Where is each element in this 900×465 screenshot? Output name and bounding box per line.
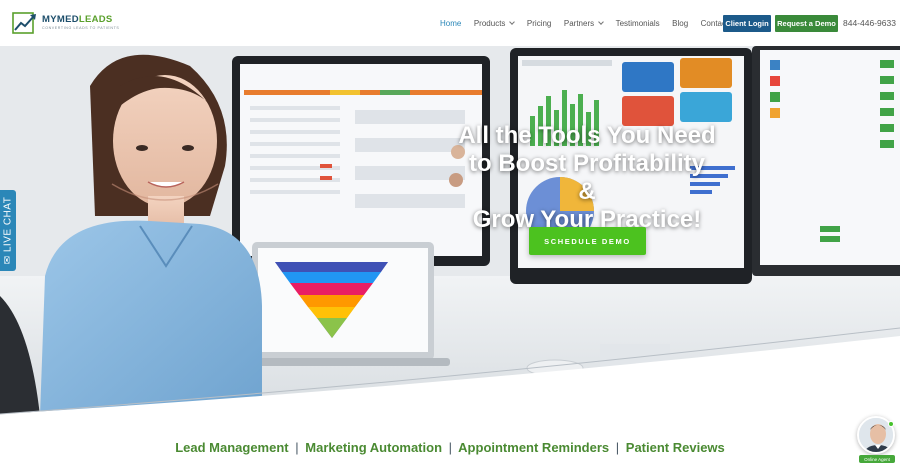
brand-name-part2: LEADS	[78, 14, 113, 26]
nav-blog[interactable]: Blog	[672, 19, 688, 28]
site-header: MYMEDLEADS CONVERTING LEADS TO PATIENTS …	[0, 0, 900, 46]
live-chat-label-wrap: ✉ LIVE CHAT	[3, 197, 14, 265]
hero-headline: All the Tools You Need to Boost Profitab…	[458, 122, 716, 234]
online-agent-badge[interactable]: Online Agent	[859, 455, 895, 463]
service-appointment-reminders: Appointment Reminders	[458, 440, 610, 455]
request-demo-button[interactable]: Request a Demo	[775, 15, 838, 32]
nav-home-label: Home	[440, 18, 462, 28]
schedule-demo-button[interactable]: SCHEDULE DEMO	[529, 227, 646, 255]
service-marketing-automation: Marketing Automation	[305, 440, 443, 455]
live-chat-label: LIVE CHAT	[2, 196, 14, 253]
online-status-dot	[888, 421, 894, 427]
hero-headline-line1: All the Tools You Need	[458, 122, 716, 149]
logo-mark-icon	[12, 12, 36, 34]
nav-pricing[interactable]: Pricing	[527, 19, 551, 28]
hero-background-image	[0, 46, 900, 416]
services-tagline: Lead Management | Marketing Automation |…	[0, 440, 900, 455]
nav-testimonials-label: Testimonials	[615, 18, 660, 28]
monitor-right	[752, 46, 900, 276]
separator: |	[448, 440, 453, 455]
separator: |	[615, 440, 620, 455]
phone-number[interactable]: 844-446-9633	[843, 18, 896, 28]
chevron-down-icon	[509, 18, 516, 25]
nav-blog-label: Blog	[672, 18, 689, 28]
nav-home[interactable]: Home	[440, 19, 461, 28]
separator: |	[295, 440, 299, 455]
live-chat-tab[interactable]: ✉ LIVE CHAT	[0, 190, 16, 271]
brand-name-part1: MYMED	[42, 14, 79, 26]
nav-testimonials[interactable]: Testimonials	[616, 19, 660, 28]
nav-products[interactable]: Products	[473, 18, 516, 28]
nav-partners-label: Partners	[563, 18, 595, 28]
brand-tagline: CONVERTING LEADS TO PATIENTS	[42, 25, 120, 30]
service-patient-reviews: Patient Reviews	[625, 440, 725, 455]
hero-banner: All the Tools You Need to Boost Profitab…	[0, 46, 900, 416]
logo-text: MYMEDLEADS CONVERTING LEADS TO PATIENTS	[42, 15, 119, 30]
nav-partners[interactable]: Partners	[563, 18, 604, 28]
chat-bubble-icon: ✉	[2, 255, 14, 265]
client-login-button[interactable]: Client Login	[723, 15, 771, 32]
nav-products-label: Products	[473, 18, 506, 28]
laptop-funnel	[240, 242, 450, 366]
brand-logo[interactable]: MYMEDLEADS CONVERTING LEADS TO PATIENTS	[12, 12, 119, 34]
service-lead-management: Lead Management	[175, 440, 289, 455]
main-menu: Home Products Pricing Partners Testimoni…	[440, 0, 741, 46]
monitor-left	[232, 56, 490, 266]
chevron-down-icon	[598, 18, 604, 25]
hero-headline-line2: to Boost Profitability &	[469, 150, 705, 205]
nav-pricing-label: Pricing	[526, 18, 552, 28]
